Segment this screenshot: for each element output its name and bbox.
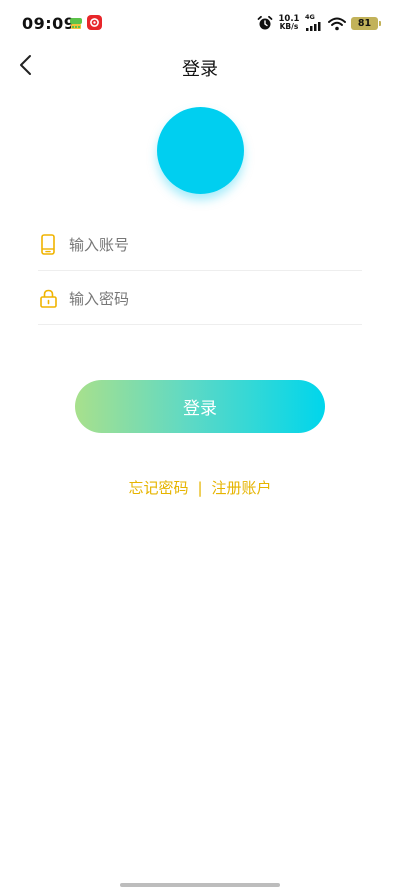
app-notification-icon: [69, 16, 83, 30]
system-icons: 10.1 KB/s 4G 81: [257, 13, 381, 32]
account-links: 忘记密码 | 注册账户: [0, 477, 400, 498]
register-link[interactable]: 注册账户: [212, 477, 272, 498]
link-separator: |: [197, 478, 203, 497]
login-button[interactable]: 登录: [75, 380, 325, 433]
forgot-password-link[interactable]: 忘记密码: [128, 477, 188, 498]
account-input[interactable]: [69, 229, 362, 260]
app-notification-icon-red: [87, 15, 102, 30]
account-field-row: [38, 219, 362, 271]
battery-icon: 81: [351, 16, 381, 30]
nav-bar: 登录: [0, 44, 400, 90]
wifi-icon: [328, 16, 346, 31]
home-indicator[interactable]: [120, 883, 280, 887]
signal-icon: 4G: [305, 13, 323, 31]
password-input[interactable]: [69, 283, 362, 314]
status-time: 09:09: [22, 14, 76, 33]
battery-level: 81: [357, 17, 372, 29]
network-speed-unit: KB/s: [279, 22, 299, 31]
lock-icon: [39, 288, 57, 310]
network-speed: 10.1 KB/s: [278, 15, 300, 31]
password-field-row: [38, 273, 362, 325]
page-title: 登录: [182, 59, 218, 80]
alarm-icon: [257, 15, 273, 31]
status-bar: 09:09 10.1 KB/s 4G 81: [0, 0, 400, 44]
network-type: 4G: [305, 13, 315, 21]
avatar: [157, 107, 244, 194]
phone-icon: [39, 234, 57, 256]
